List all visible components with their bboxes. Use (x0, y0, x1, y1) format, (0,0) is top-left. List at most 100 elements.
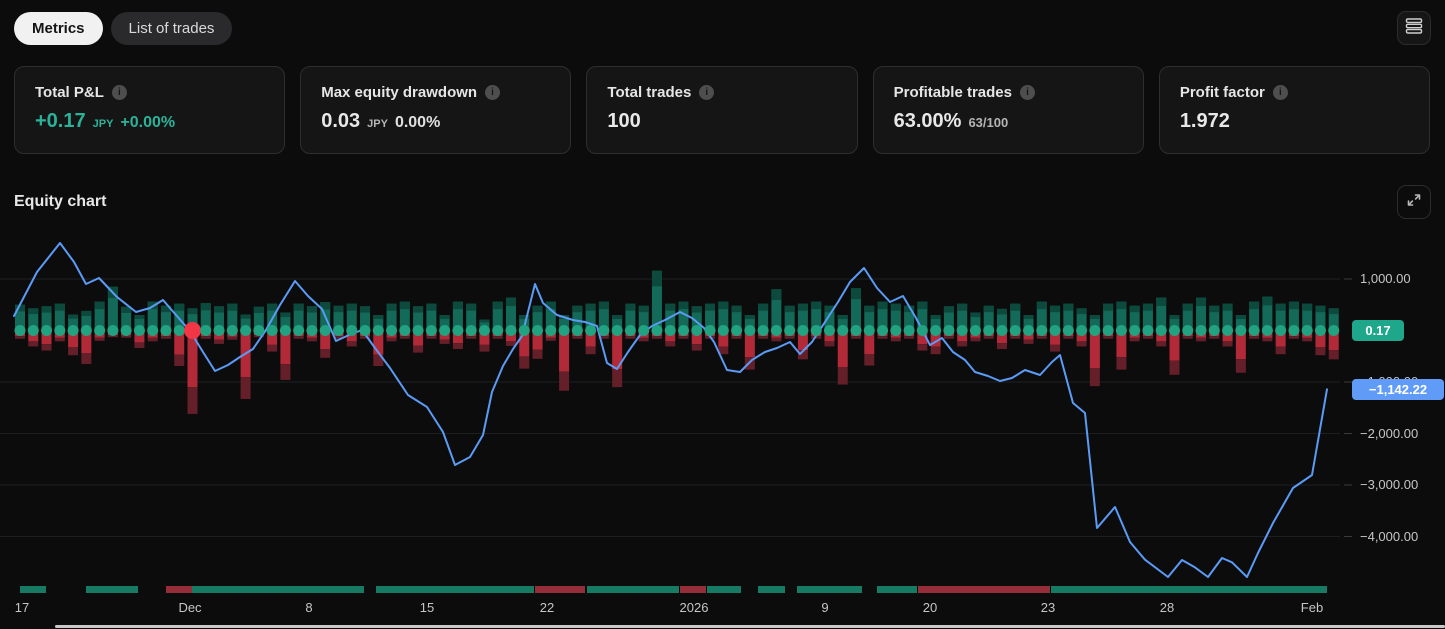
trade-dot[interactable] (890, 325, 901, 336)
trade-dot[interactable] (1169, 325, 1180, 336)
trade-dot[interactable] (426, 325, 437, 336)
trade-dot[interactable] (943, 325, 954, 336)
trade-dot[interactable] (386, 325, 397, 336)
info-icon[interactable]: i (1273, 85, 1288, 100)
trade-dot[interactable] (214, 325, 225, 336)
trade-dot[interactable] (320, 325, 331, 336)
trade-dot[interactable] (1209, 325, 1220, 336)
trade-dot[interactable] (1262, 325, 1273, 336)
info-icon[interactable]: i (112, 85, 127, 100)
trade-dot[interactable] (970, 325, 981, 336)
trade-dot[interactable] (200, 325, 211, 336)
trade-dot[interactable] (1076, 325, 1087, 336)
trade-dot[interactable] (240, 325, 251, 336)
trade-dot[interactable] (68, 325, 79, 336)
trade-dot[interactable] (864, 325, 875, 336)
trade-dot[interactable] (559, 325, 570, 336)
expand-chart-button[interactable] (1397, 185, 1431, 219)
trade-dot[interactable] (771, 325, 782, 336)
trade-dot[interactable] (1275, 325, 1286, 336)
trade-dot[interactable] (1010, 325, 1021, 336)
trade-dot[interactable] (81, 325, 92, 336)
trade-dot[interactable] (904, 325, 915, 336)
trade-dot[interactable] (479, 325, 490, 336)
trade-dot[interactable] (651, 325, 662, 336)
trade-dot[interactable] (1063, 325, 1074, 336)
trade-dot[interactable] (731, 325, 742, 336)
trade-dot[interactable] (585, 325, 596, 336)
trade-dot[interactable] (121, 325, 132, 336)
trade-dot[interactable] (1142, 325, 1153, 336)
trade-dot[interactable] (917, 325, 928, 336)
trade-dot[interactable] (1288, 325, 1299, 336)
trade-dot[interactable] (598, 325, 609, 336)
trade-dot[interactable] (227, 325, 238, 336)
trade-dot[interactable] (1302, 325, 1313, 336)
trade-dot[interactable] (1089, 325, 1100, 336)
trade-dot[interactable] (1235, 325, 1246, 336)
trade-dot[interactable] (758, 325, 769, 336)
trade-dot[interactable] (399, 325, 410, 336)
trade-dot[interactable] (280, 325, 291, 336)
trade-dot[interactable] (373, 325, 384, 336)
trade-dot[interactable] (996, 325, 1007, 336)
trade-dot[interactable] (519, 325, 530, 336)
trade-dot[interactable] (612, 325, 623, 336)
tab-metrics[interactable]: Metrics (14, 12, 103, 45)
trade-dot[interactable] (452, 325, 463, 336)
trade-dot[interactable] (107, 325, 118, 336)
trade-dot[interactable] (665, 325, 676, 336)
info-icon[interactable]: i (699, 85, 714, 100)
trade-dot[interactable] (346, 325, 357, 336)
trade-dot[interactable] (160, 325, 171, 336)
trade-dot[interactable] (691, 325, 702, 336)
trade-dot[interactable] (837, 325, 848, 336)
trade-dot[interactable] (983, 325, 994, 336)
trade-dot[interactable] (572, 325, 583, 336)
trade-dot-highlighted[interactable] (184, 322, 201, 339)
trade-dot[interactable] (718, 325, 729, 336)
trade-dot[interactable] (851, 325, 862, 336)
trade-dot[interactable] (253, 325, 264, 336)
trade-dot[interactable] (1196, 325, 1207, 336)
trade-dot[interactable] (930, 325, 941, 336)
trade-dot[interactable] (1249, 325, 1260, 336)
trade-dot[interactable] (957, 325, 968, 336)
trade-dot[interactable] (1156, 325, 1167, 336)
trade-dot[interactable] (1328, 325, 1339, 336)
trade-dot[interactable] (466, 325, 477, 336)
trade-dot[interactable] (1050, 325, 1061, 336)
info-icon[interactable]: i (485, 85, 500, 100)
trade-dot[interactable] (492, 325, 503, 336)
trade-dot[interactable] (94, 325, 105, 336)
trade-dot[interactable] (625, 325, 636, 336)
trade-dot[interactable] (1116, 325, 1127, 336)
trade-dot[interactable] (15, 325, 26, 336)
trade-dot[interactable] (439, 325, 450, 336)
trade-dot[interactable] (413, 325, 424, 336)
info-icon[interactable]: i (1020, 85, 1035, 100)
trade-dot[interactable] (1182, 325, 1193, 336)
trade-dot[interactable] (797, 325, 808, 336)
trade-dot[interactable] (293, 325, 304, 336)
trade-dot[interactable] (134, 325, 145, 336)
trade-dot[interactable] (41, 325, 52, 336)
trade-dot[interactable] (174, 325, 185, 336)
trade-dot[interactable] (28, 325, 39, 336)
trade-dot[interactable] (333, 325, 344, 336)
trade-dot[interactable] (877, 325, 888, 336)
trade-dot[interactable] (1023, 325, 1034, 336)
horizontal-scrollbar[interactable] (55, 625, 1445, 628)
trade-dot[interactable] (147, 325, 158, 336)
trade-dot[interactable] (811, 325, 822, 336)
trade-dot[interactable] (267, 325, 278, 336)
trade-dot[interactable] (532, 325, 543, 336)
trade-dot[interactable] (678, 325, 689, 336)
trade-dot[interactable] (744, 325, 755, 336)
trade-dot[interactable] (1129, 325, 1140, 336)
trade-dot[interactable] (824, 325, 835, 336)
trade-dot[interactable] (1222, 325, 1233, 336)
trade-dot[interactable] (784, 325, 795, 336)
trade-dot[interactable] (638, 325, 649, 336)
trade-dot[interactable] (306, 325, 317, 336)
